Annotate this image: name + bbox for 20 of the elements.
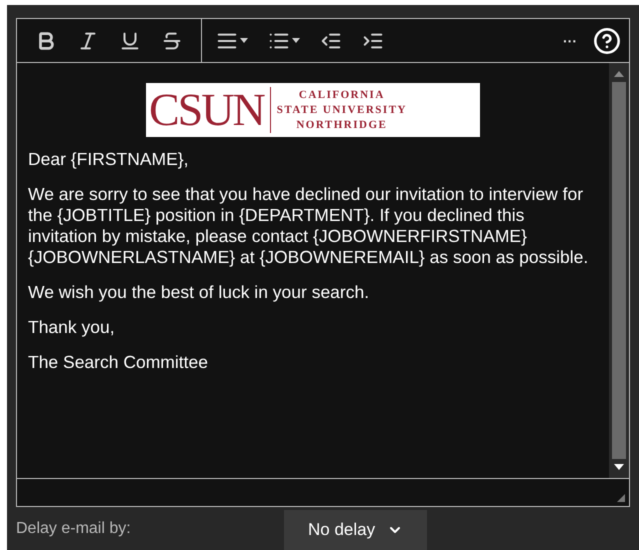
scrollbar[interactable] bbox=[609, 63, 629, 478]
message-paragraph: Thank you, bbox=[28, 317, 116, 338]
message-paragraph: We wish you the best of luck in your search. bbox=[28, 282, 370, 303]
strikethrough-icon bbox=[161, 30, 183, 52]
logo-text: STATE UNIVERSITY bbox=[276, 102, 407, 118]
delay-select[interactable]: No delay bbox=[284, 510, 428, 550]
resize-handle-icon[interactable] bbox=[616, 493, 626, 503]
help-icon[interactable] bbox=[593, 26, 621, 54]
underline-icon bbox=[119, 30, 141, 52]
delay-label: Delay e-mail by: bbox=[16, 518, 132, 538]
message-paragraph: Dear {FIRSTNAME}, bbox=[28, 149, 190, 170]
more-button[interactable]: ··· bbox=[563, 30, 577, 50]
logo-text: NORTHRIDGE bbox=[296, 118, 388, 132]
message-paragraph: The Search Committee bbox=[28, 352, 209, 373]
logo-text: CALIFORNIA bbox=[298, 88, 385, 102]
scroll-down-icon[interactable] bbox=[614, 464, 624, 470]
logo-wordmark: CSUN bbox=[149, 87, 266, 133]
scroll-thumb[interactable] bbox=[612, 82, 626, 459]
scroll-up-icon[interactable] bbox=[614, 71, 624, 77]
message-paragraph: We are sorry to see that you have declined our invitation to interview for the {JOBTITLE} position in {DEPARTMENT}. If you declined this invitation by mistake, please contact {JOBOWNERFIRSTNAME} {JOBOWNERLASTNAME} at {JOBOWNEREMAIL} as soon as possible. bbox=[28, 184, 590, 268]
